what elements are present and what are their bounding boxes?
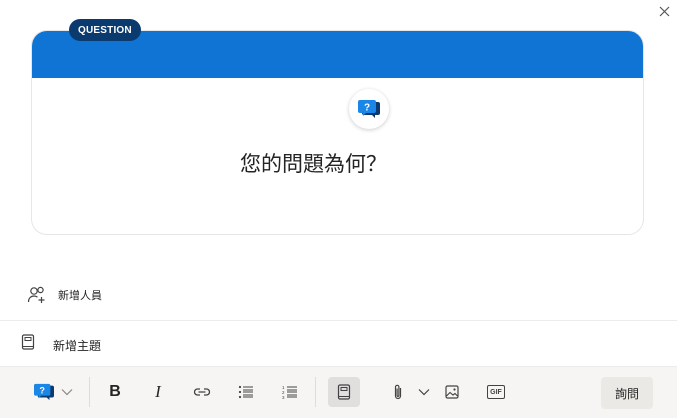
link-icon [193, 388, 211, 396]
numbered-list-button[interactable]: 1 2 3 [278, 377, 302, 407]
submit-question-button[interactable]: 詢問 [601, 377, 653, 409]
toolbar-separator [89, 377, 90, 407]
insert-gif-button[interactable]: GIF [484, 377, 508, 407]
question-bubble-icon: ? [358, 100, 380, 118]
question-bubble-icon: ? [34, 383, 54, 401]
post-composer-dialog: ? QUESTION 新增人員 新增主題 ? [0, 0, 677, 418]
toolbar-separator [315, 377, 316, 407]
bold-button[interactable]: B [103, 377, 127, 407]
italic-button[interactable]: I [146, 377, 170, 407]
divider [0, 320, 677, 321]
svg-text:3: 3 [282, 395, 285, 399]
bulleted-list-button[interactable] [234, 377, 258, 407]
chevron-down-icon [418, 389, 430, 396]
post-type-badge: ? [349, 89, 389, 129]
gif-icon: GIF [487, 385, 505, 399]
question-title-input[interactable] [240, 148, 600, 180]
numbered-list-icon: 1 2 3 [282, 385, 297, 399]
gif-label: GIF [490, 388, 502, 396]
svg-text:?: ? [364, 103, 370, 114]
bulleted-list-icon [238, 385, 253, 399]
book-icon [21, 334, 35, 350]
question-card: ? [31, 30, 644, 235]
chevron-down-icon [61, 389, 73, 396]
post-type-tag: QUESTION [69, 19, 141, 41]
paperclip-icon [394, 384, 402, 400]
add-topic-label[interactable]: 新增主題 [53, 337, 101, 354]
post-type-picker[interactable]: ? [30, 377, 76, 407]
svg-text:?: ? [39, 385, 45, 395]
add-people-button[interactable] [27, 285, 47, 310]
insert-image-button[interactable] [440, 377, 464, 407]
close-icon [659, 6, 669, 16]
link-button[interactable] [190, 377, 214, 407]
add-people-label[interactable]: 新增人員 [58, 287, 102, 303]
close-button[interactable] [652, 0, 676, 22]
formatting-toolbar: ? B I 1 2 3 GIF 詢問 [0, 366, 677, 418]
book-icon [337, 384, 351, 400]
topic-button[interactable] [328, 377, 360, 407]
add-topic-button[interactable] [21, 334, 35, 355]
attach-file-button[interactable] [376, 377, 446, 407]
image-icon [445, 385, 459, 399]
add-people-icon [27, 286, 45, 303]
